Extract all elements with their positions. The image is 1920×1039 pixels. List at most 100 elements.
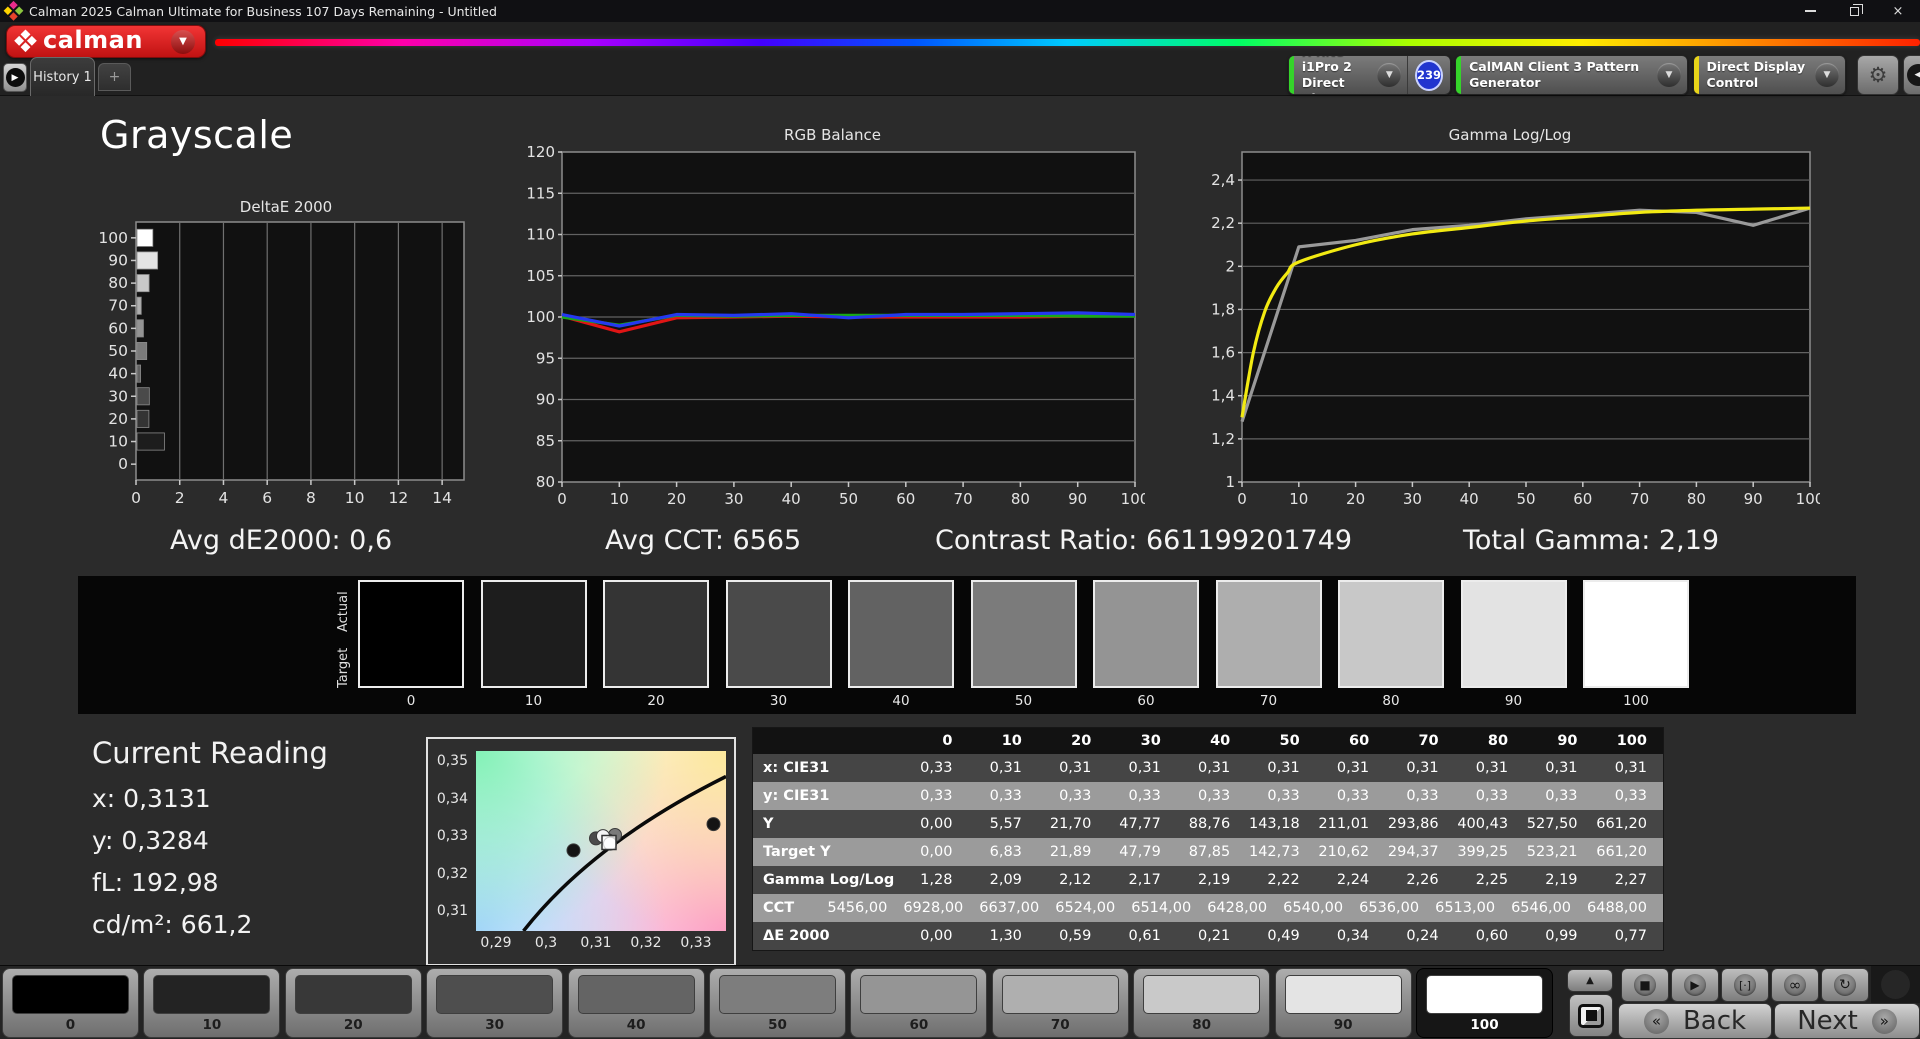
table-cell: 210,62 [1318, 844, 1370, 860]
pattern-patch-button-100[interactable]: 100 [1416, 968, 1553, 1038]
svg-text:80: 80 [1011, 490, 1030, 508]
patch-swatch [1284, 975, 1402, 1014]
cie-y-tick: 0,32 [436, 865, 468, 882]
meter-dropdown[interactable]: X-Rite i1Pro 2Direct View ▼ 239 [1288, 55, 1451, 95]
svg-text:30: 30 [1403, 490, 1422, 508]
pattern-patch-button-90[interactable]: 90 [1274, 968, 1412, 1038]
next-button[interactable]: Next » [1774, 1003, 1920, 1039]
table-cell: 0,33 [1475, 788, 1509, 804]
display-control-dropdown[interactable]: Direct Display Control ▼ [1693, 55, 1846, 95]
reading-y: y: 0,3284 [92, 826, 209, 855]
svg-text:80: 80 [536, 473, 555, 491]
svg-text:10: 10 [1289, 490, 1308, 508]
table-column-header: 20 [1071, 733, 1092, 749]
table-cell: 661,20 [1596, 844, 1647, 860]
workflow-play-button[interactable]: ▶ [3, 63, 27, 92]
svg-text:100: 100 [526, 308, 555, 326]
table-cell: 6637,00 [979, 900, 1040, 916]
chart-title: DeltaE 2000 [239, 198, 333, 216]
restore-button[interactable] [1832, 0, 1876, 22]
add-tab-button[interactable]: + [98, 63, 131, 91]
table-cell: 527,50 [1526, 816, 1578, 832]
step-button[interactable]: [·] [1721, 968, 1769, 1002]
minimize-button[interactable] [1788, 0, 1832, 22]
table-column-header: 80 [1487, 733, 1509, 749]
patch-label: 10 [202, 1017, 222, 1033]
pattern-patch-button-50[interactable]: 50 [709, 968, 846, 1038]
table-cell: 0,31 [1545, 760, 1578, 776]
grayscale-swatch-90 [1460, 580, 1567, 688]
cie-plot-area [476, 751, 726, 931]
table-cell: 294,37 [1387, 844, 1439, 860]
chevrons-right-icon: » [1871, 1008, 1897, 1034]
svg-text:0: 0 [118, 455, 128, 473]
table-cell: 1,30 [989, 928, 1022, 944]
table-cell: 143,18 [1248, 816, 1300, 832]
table-cell: 0,99 [1545, 928, 1578, 944]
svg-text:85: 85 [536, 432, 555, 450]
back-button[interactable]: « Back [1618, 1003, 1772, 1039]
pattern-patch-button-70[interactable]: 70 [991, 968, 1129, 1038]
close-button[interactable]: × [1876, 0, 1920, 22]
grayscale-swatch-strip: Actual Target 0 10 20 30 40 50 60 70 80 90 100 [78, 576, 1856, 714]
table-cell: 5,57 [989, 816, 1022, 832]
grayscale-swatch-20 [603, 580, 709, 688]
svg-text:20: 20 [667, 490, 686, 508]
meter-position-indicator [1871, 966, 1920, 1003]
svg-text:1,8: 1,8 [1211, 300, 1235, 318]
grayscale-swatch-50 [970, 580, 1077, 688]
table-cell: 0,31 [1267, 760, 1300, 776]
swatch-level-label: 100 [1623, 693, 1649, 709]
loop-button[interactable]: ∞ [1771, 968, 1819, 1002]
table-cell: 0,33 [1545, 788, 1578, 804]
stop-button[interactable]: ■ [1621, 968, 1669, 1002]
table-row: x: CIE31 0,33 0,31 0,31 0,31 0,31 0,31 0,31 0,31… [753, 754, 1663, 782]
pattern-patch-button-20[interactable]: 20 [284, 968, 422, 1038]
svg-text:90: 90 [1744, 490, 1763, 508]
gamma-chart: Gamma Log/Log 1 1,2 1,4 1,6 1,8 2 2,2 2,4 0 10 20 30… [1200, 126, 1824, 512]
swatch-level-label: 20 [647, 693, 665, 709]
calman-logo-text: calman [43, 26, 143, 54]
pattern-patch-button-30[interactable]: 30 [426, 968, 564, 1038]
pattern-patch-button-0[interactable]: 0 [2, 968, 139, 1038]
table-cell: 6928,00 [903, 900, 964, 916]
tab-history-1[interactable]: History 1 [30, 57, 95, 96]
table-column-header: 50 [1279, 733, 1300, 749]
chevron-up-icon: ▲ [1586, 975, 1594, 986]
pattern-generator-dropdown[interactable]: CalMAN Client 3 Pattern Generator ▼ [1455, 55, 1688, 95]
reading-cdm2: cd/m²: 661,2 [92, 910, 253, 939]
pattern-window-button[interactable] [1569, 994, 1613, 1037]
pattern-patch-button-60[interactable]: 60 [850, 968, 988, 1038]
table-cell: 0,33 [1406, 788, 1439, 804]
cie-y-tick: 0,35 [436, 753, 468, 770]
table-column-header: 0 [942, 733, 953, 749]
refresh-button[interactable]: ↻ [1821, 968, 1869, 1002]
table-cell: 0,59 [1059, 928, 1092, 944]
settings-button[interactable]: ⚙ [1857, 55, 1899, 95]
table-cell: 6546,00 [1511, 900, 1572, 916]
grayscale-swatch-100 [1583, 580, 1689, 688]
play-button[interactable]: ▶ [1671, 968, 1719, 1002]
collapse-panel-button[interactable]: ◀ [1903, 55, 1920, 95]
patch-swatch [12, 975, 129, 1014]
calman-menu-button[interactable]: calman ▼ [6, 25, 206, 58]
pattern-patch-button-10[interactable]: 10 [143, 968, 281, 1038]
meter-count-badge[interactable]: 239 [1414, 59, 1443, 91]
svg-text:0: 0 [131, 489, 141, 507]
svg-text:115: 115 [526, 184, 555, 202]
svg-text:50: 50 [1516, 490, 1535, 508]
pattern-patch-button-80[interactable]: 80 [1133, 968, 1271, 1038]
svg-text:30: 30 [724, 490, 743, 508]
current-reading-panel: Current Reading x: 0,3131 y: 0,3284 fL: … [92, 736, 328, 952]
deltae-chart: DeltaE 2000 0 2 4 6 8 10 12 14 0 10 20 30 40 50 60 70 80 9… [98, 198, 472, 510]
table-cell: 0,00 [920, 816, 953, 832]
pattern-patch-button-40[interactable]: 40 [567, 968, 705, 1038]
svg-text:100: 100 [100, 229, 128, 247]
table-cell: 1,28 [920, 872, 953, 888]
svg-text:40: 40 [782, 490, 801, 508]
patch-swatch [153, 975, 271, 1014]
pattern-generator-label: CalMAN Client 3 Pattern Generator [1469, 59, 1640, 90]
svg-text:100: 100 [1796, 490, 1820, 508]
expand-panel-button[interactable]: ▲ [1567, 969, 1613, 992]
svg-text:70: 70 [954, 490, 973, 508]
